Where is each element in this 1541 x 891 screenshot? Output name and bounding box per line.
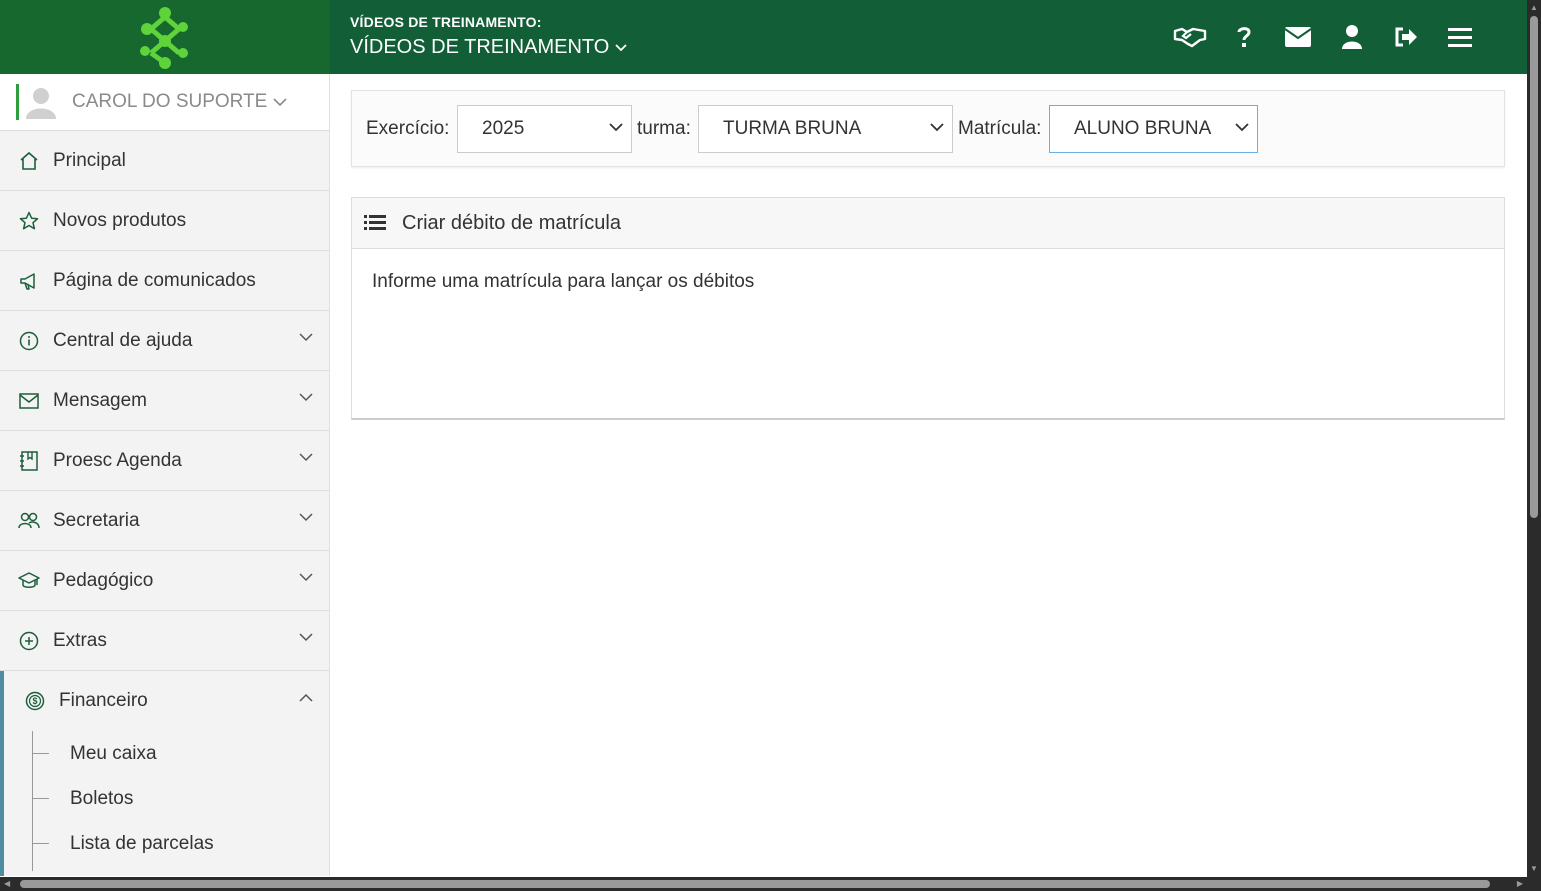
vertical-scroll-thumb[interactable] <box>1530 16 1538 518</box>
list-icon <box>364 215 386 230</box>
chevron-down-icon <box>609 123 623 132</box>
sidebar-item-central-de-ajuda[interactable]: Central de ajuda <box>0 311 329 371</box>
horizontal-scrollbar[interactable]: ◀ ▶ <box>0 877 1541 891</box>
chevron-down-icon <box>615 43 627 51</box>
sidebar-item-principal[interactable]: Principal <box>0 131 329 191</box>
chevron-down-icon <box>299 633 313 642</box>
turma-label: turma: <box>637 118 691 139</box>
matricula-label: Matrícula: <box>958 118 1042 139</box>
card-header: Criar débito de matrícula <box>352 198 1504 249</box>
sidebar-item-mensagem[interactable]: Mensagem <box>0 371 329 431</box>
chevron-down-icon <box>299 393 313 402</box>
sidebar-item-financeiro[interactable]: $ Financeiro <box>4 671 329 731</box>
debit-card: Criar débito de matrícula Informe uma ma… <box>351 197 1505 420</box>
sidebar-item-secretaria[interactable]: Secretaria <box>0 491 329 551</box>
user-accent-bar <box>16 84 19 120</box>
matricula-select[interactable]: ALUNO BRUNA <box>1049 105 1258 153</box>
card-title: Criar débito de matrícula <box>402 211 621 234</box>
sidebar-item-label: Extras <box>53 629 107 651</box>
mail-icon[interactable] <box>1271 22 1325 52</box>
financeiro-submenu: Meu caixa Boletos Lista de parcelas <box>4 731 329 876</box>
sidebar-item-label: Novos produtos <box>53 209 187 231</box>
header-actions <box>1163 22 1487 52</box>
megaphone-icon <box>18 270 40 292</box>
graduation-cap-icon <box>18 570 40 592</box>
vertical-scrollbar[interactable]: ▲ ▼ <box>1527 0 1541 877</box>
agenda-icon <box>18 450 40 472</box>
sidebar-item-extras[interactable]: Extras <box>0 611 329 671</box>
envelope-icon <box>18 390 40 412</box>
user-name-dropdown[interactable]: CAROL DO SUPORTE <box>72 91 287 113</box>
chevron-down-icon <box>299 333 313 342</box>
horizontal-scroll-thumb[interactable] <box>20 880 1490 888</box>
handshake-icon[interactable] <box>1163 22 1217 52</box>
help-icon[interactable] <box>1217 22 1271 52</box>
header-titles: VÍDEOS DE TREINAMENTO: VÍDEOS DE TREINAM… <box>350 14 627 59</box>
chevron-down-icon <box>299 573 313 582</box>
scroll-left-icon[interactable]: ◀ <box>4 880 10 888</box>
exercicio-value: 2025 <box>482 118 525 139</box>
sidebar-item-label: Mensagem <box>53 389 147 411</box>
chevron-down-icon <box>299 513 313 522</box>
course-selector[interactable]: VÍDEOS DE TREINAMENTO <box>350 36 627 59</box>
molecule-logo-icon <box>140 7 188 69</box>
chevron-up-icon <box>299 693 313 702</box>
turma-select[interactable]: TURMA BRUNA <box>698 105 953 153</box>
user-profile[interactable]: CAROL DO SUPORTE <box>0 74 329 131</box>
sidebar-item-label: Financeiro <box>59 690 148 711</box>
chevron-down-icon <box>299 453 313 462</box>
top-header: VÍDEOS DE TREINAMENTO: VÍDEOS DE TREINAM… <box>0 0 1527 74</box>
sidebar-item-label: Proesc Agenda <box>53 449 182 471</box>
sidebar-item-label: Página de comunicados <box>53 269 256 291</box>
sidebar-group-financeiro: $ Financeiro Meu caixa Boletos Lista de … <box>0 671 329 876</box>
sidebar-item-label: Principal <box>53 149 126 171</box>
info-icon <box>18 330 40 352</box>
turma-value: TURMA BRUNA <box>723 118 862 139</box>
submenu-item-meu-caixa[interactable]: Meu caixa <box>4 731 329 776</box>
sidebar-item-label: Central de ajuda <box>53 329 193 351</box>
logout-icon[interactable] <box>1379 22 1433 52</box>
sidebar-item-label: Pedagógico <box>53 569 154 591</box>
sidebar-item-comunicados[interactable]: Página de comunicados <box>0 251 329 311</box>
scroll-up-icon[interactable]: ▲ <box>1530 4 1538 12</box>
menu-icon[interactable] <box>1433 22 1487 52</box>
exercicio-label: Exercício: <box>366 118 450 139</box>
submenu-item-boletos[interactable]: Boletos <box>4 776 329 821</box>
chevron-down-icon <box>1235 123 1249 132</box>
user-icon[interactable] <box>1325 22 1379 52</box>
sidebar: CAROL DO SUPORTE Principal Novos produto… <box>0 74 330 876</box>
card-message: Informe uma matrícula para lançar os déb… <box>372 271 755 292</box>
header-subtitle: VÍDEOS DE TREINAMENTO: <box>350 14 542 30</box>
home-icon <box>18 150 40 172</box>
chevron-down-icon <box>930 123 944 132</box>
user-name: CAROL DO SUPORTE <box>72 91 268 112</box>
header-title: VÍDEOS DE TREINAMENTO <box>350 36 610 58</box>
sidebar-item-label: Secretaria <box>53 509 140 531</box>
plus-circle-icon <box>18 630 40 652</box>
avatar <box>26 88 56 119</box>
exercicio-select[interactable]: 2025 <box>457 105 632 153</box>
svg-text:$: $ <box>32 696 37 706</box>
logo[interactable] <box>0 0 330 74</box>
matricula-value: ALUNO BRUNA <box>1074 118 1212 139</box>
scroll-down-icon[interactable]: ▼ <box>1530 865 1538 873</box>
sidebar-item-novos-produtos[interactable]: Novos produtos <box>0 191 329 251</box>
sidebar-item-proesc-agenda[interactable]: Proesc Agenda <box>0 431 329 491</box>
star-icon <box>18 210 40 232</box>
scroll-right-icon[interactable]: ▶ <box>1517 880 1523 888</box>
dollar-circle-icon: $ <box>24 690 46 712</box>
filter-panel: Exercício: 2025 turma: TURMA BRUNA Matrí… <box>351 90 1505 167</box>
people-icon <box>18 510 40 532</box>
submenu-item-lista-de-parcelas[interactable]: Lista de parcelas <box>4 821 329 866</box>
sidebar-item-pedagogico[interactable]: Pedagógico <box>0 551 329 611</box>
chevron-down-icon <box>273 97 287 106</box>
